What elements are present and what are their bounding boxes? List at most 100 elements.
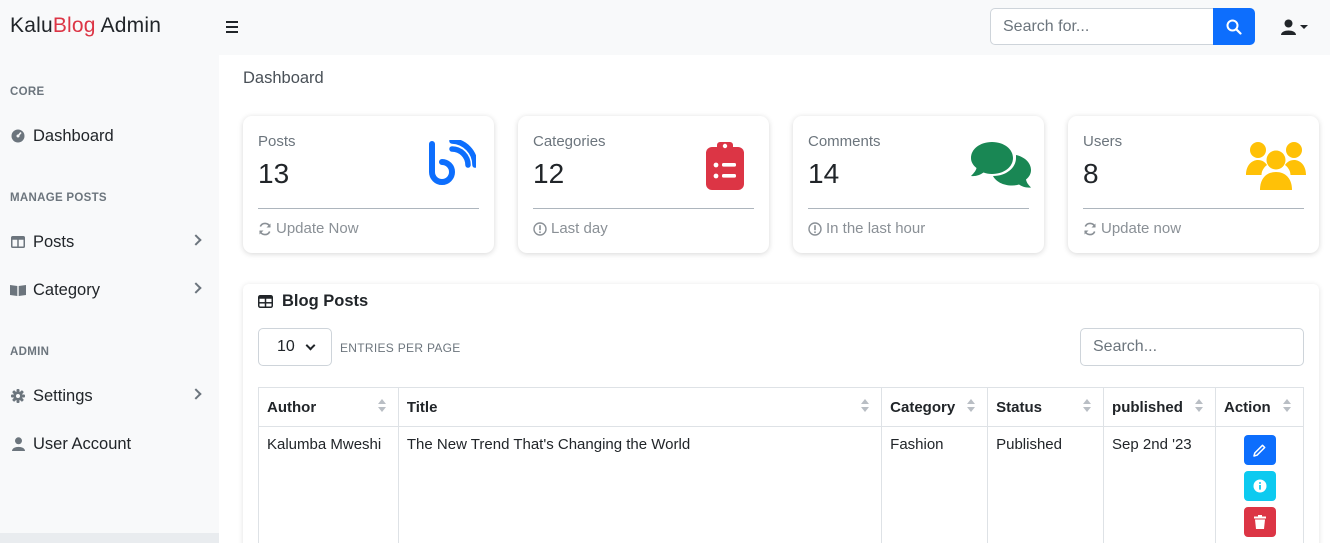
comments-icon (970, 142, 1032, 195)
stat-card-footer-text: Last day (551, 220, 608, 237)
stat-card-footer: Last day (533, 220, 608, 237)
entries-per-page-label: ENTRIES PER PAGE (340, 341, 461, 355)
top-navbar: KaluBlog Admin (0, 0, 1330, 55)
sidebar-item-label: Dashboard (33, 126, 114, 145)
top-search-input[interactable] (990, 8, 1214, 45)
chevron-right-icon (190, 282, 202, 294)
chevron-down-icon (1300, 25, 1308, 29)
sort-icon (377, 399, 386, 415)
columns-icon (10, 234, 26, 250)
sort-icon (1083, 399, 1092, 415)
sidebar-toggle-button[interactable] (226, 18, 242, 36)
sidebar-footer (0, 533, 219, 543)
exclamation-circle-icon (808, 221, 822, 236)
column-header-label: Author (267, 398, 317, 416)
user-dropdown[interactable] (1281, 16, 1313, 38)
stat-card-divider (533, 208, 754, 209)
stat-card-divider (258, 208, 479, 209)
chevron-down-icon (305, 340, 316, 351)
stat-card-footer-text: Update Now (276, 220, 359, 237)
column-header-label: Action (1224, 398, 1271, 416)
column-header-label: published (1112, 398, 1183, 416)
column-header-published[interactable]: published (1103, 387, 1216, 427)
page-title: Dashboard (243, 69, 324, 87)
sidebar: CORE Dashboard MANAGE POSTS Posts Catego… (0, 55, 219, 543)
table-header-row: Author Title Category Status published A… (258, 387, 1304, 427)
sidebar-item-settings[interactable]: Settings (10, 382, 210, 410)
bars-icon-line (226, 31, 238, 33)
sort-icon (861, 399, 870, 415)
delete-button[interactable] (1243, 507, 1276, 537)
bars-icon (226, 21, 238, 23)
user-icon (10, 436, 26, 452)
panel-title: Blog Posts (258, 292, 368, 311)
stat-card-footer[interactable]: Update now (1083, 220, 1181, 237)
chevron-right-icon (190, 234, 202, 246)
stat-card-footer[interactable]: Update Now (258, 220, 359, 237)
edit-button[interactable] (1243, 435, 1276, 465)
info-circle-icon (1253, 479, 1266, 493)
gear-icon (10, 388, 26, 404)
cell-title: The New Trend That's Changing the World (397, 426, 883, 543)
stat-card-categories: Categories 12 Last day (518, 116, 769, 253)
stat-card-value: 8 (1083, 158, 1099, 189)
table-row: Kalumba Mweshi The New Trend That's Chan… (258, 426, 1304, 543)
column-header-status[interactable]: Status (987, 387, 1105, 427)
blog-posts-panel: Blog Posts 10 ENTRIES PER PAGE Author Ti… (243, 284, 1319, 543)
book-open-icon (10, 282, 26, 298)
cell-category: Fashion (881, 426, 989, 543)
sidebar-heading-manage-posts: MANAGE POSTS (10, 192, 107, 204)
sidebar-item-posts[interactable]: Posts (10, 228, 210, 256)
sidebar-heading-admin: ADMIN (10, 346, 50, 358)
panel-title-text: Blog Posts (282, 292, 369, 310)
column-header-category[interactable]: Category (881, 387, 989, 427)
sidebar-item-label: Posts (33, 232, 75, 251)
column-header-title[interactable]: Title (397, 387, 883, 427)
stat-card-users: Users 8 Update now (1068, 116, 1319, 253)
stat-card-label: Categories (533, 133, 606, 150)
sidebar-item-user-account[interactable]: User Account (10, 430, 210, 458)
exclamation-circle-icon (533, 221, 547, 236)
blog-icon (426, 138, 478, 193)
sidebar-item-category[interactable]: Category (10, 276, 210, 304)
entries-per-page-select[interactable]: 10 (258, 328, 332, 366)
sidebar-item-label: User Account (33, 434, 132, 453)
top-search-button[interactable] (1213, 8, 1255, 45)
sidebar-item-dashboard[interactable]: Dashboard (10, 122, 210, 150)
sort-icon (1195, 399, 1203, 415)
top-search (990, 8, 1255, 45)
stat-card-comments: Comments 14 In the last hour (793, 116, 1044, 253)
stat-card-posts: Posts 13 Update Now (243, 116, 494, 253)
brand-text-accent: Blog (52, 14, 96, 37)
table-icon (258, 295, 273, 308)
stat-card-divider (808, 208, 1029, 209)
user-icon (1281, 19, 1296, 35)
brand-text-part3: Admin (95, 14, 162, 37)
brand-text-part1: Kalu (10, 14, 53, 37)
trash-icon (1253, 515, 1266, 529)
stat-card-label: Comments (808, 133, 881, 150)
sort-icon (1283, 399, 1291, 415)
stat-card-footer-text: In the last hour (826, 220, 926, 237)
cell-published: Sep 2nd '23 (1103, 426, 1216, 543)
stat-card-value: 14 (808, 158, 840, 189)
info-button[interactable] (1243, 471, 1276, 501)
column-header-label: Title (406, 398, 438, 416)
sidebar-item-label: Settings (33, 386, 93, 405)
bars-icon-line (226, 26, 238, 28)
blog-posts-table: Author Title Category Status published A… (258, 387, 1304, 543)
column-header-label: Category (890, 398, 956, 416)
column-header-action[interactable]: Action (1215, 387, 1304, 427)
brand-logo[interactable]: KaluBlog Admin (10, 14, 161, 38)
tachometer-icon (10, 128, 26, 144)
stat-card-value: 12 (533, 158, 565, 189)
column-header-label: Status (996, 398, 1042, 416)
sync-icon (1083, 222, 1097, 236)
stat-card-footer-text: Update now (1101, 220, 1182, 237)
stat-card-divider (1083, 208, 1304, 209)
table-search-input[interactable] (1080, 328, 1304, 366)
entries-per-page-value: 10 (277, 338, 295, 355)
search-icon (1226, 19, 1242, 35)
column-header-author[interactable]: Author (258, 387, 399, 427)
sidebar-item-label: Category (33, 280, 100, 299)
